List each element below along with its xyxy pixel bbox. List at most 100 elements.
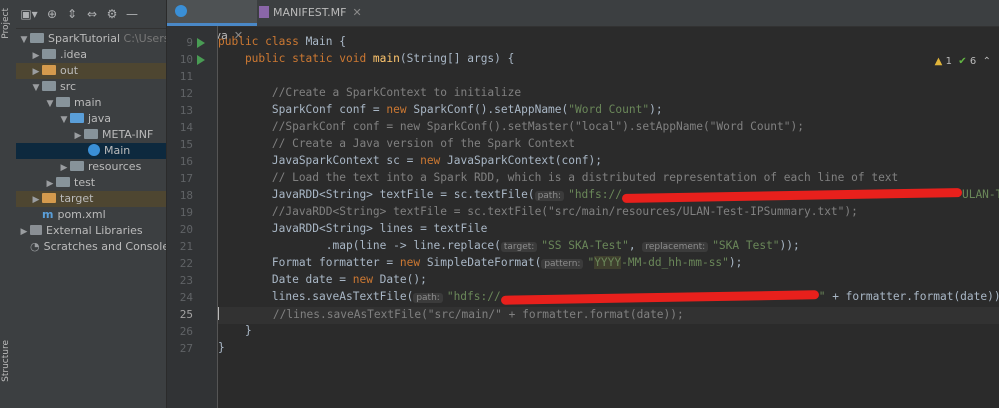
folder-icon	[30, 33, 44, 43]
chevron-down-icon[interactable]: ▼	[44, 96, 56, 112]
java-class-icon	[88, 144, 100, 156]
tree-item-meta-inf[interactable]: ▶ META-INF	[16, 127, 166, 144]
line-number: 10	[179, 53, 193, 66]
folder-icon	[42, 193, 56, 203]
line-number: 22	[179, 257, 193, 270]
tab-manifest[interactable]: MANIFEST.MF ✕	[259, 0, 369, 26]
line-number: 19	[179, 206, 193, 219]
parameter-hint: path:	[534, 191, 565, 201]
code-line-9: public class Main {	[218, 35, 346, 48]
chevron-up-icon[interactable]: ⌃	[983, 56, 991, 67]
source-folder-icon	[70, 113, 84, 123]
project-panel: ▣▾ ⊕ ⇕ ⇔ ⚙ — ▼SparkTutorial C:\Users\dra…	[16, 0, 167, 408]
editor-tabs: Main.java✕ MANIFEST.MF✕	[167, 0, 999, 42]
tree-item-root[interactable]: ▼SparkTutorial C:\Users\dra	[16, 31, 166, 48]
warning-icon: ▲	[934, 56, 943, 67]
code-line-19: //JavaRDD<String> textFile = sc.textFile…	[218, 205, 858, 218]
line-number: 24	[179, 291, 193, 304]
project-view-icon[interactable]: ▣▾	[16, 7, 42, 21]
code-line-13: SparkConf conf = new SparkConf().setAppN…	[218, 103, 663, 116]
code-line-24: lines.saveAsTextFile(path: "hdfs://" + fo…	[218, 289, 999, 305]
expand-all-icon[interactable]: ⇕	[62, 7, 82, 21]
tree-item-scratches[interactable]: ◔ Scratches and Consoles	[16, 239, 166, 255]
folder-icon	[56, 97, 70, 107]
tree-item-pom[interactable]: m pom.xml	[16, 207, 166, 223]
tree-item-external-libraries[interactable]: ▶ External Libraries	[16, 223, 166, 240]
code-line-12: //Create a SparkContext to initialize	[218, 86, 522, 99]
chevron-right-icon[interactable]: ▶	[58, 160, 70, 176]
chevron-right-icon[interactable]: ▶	[18, 224, 30, 240]
code-line-22: Format formatter = new SimpleDateFormat(…	[218, 256, 743, 269]
tree-item-main-class[interactable]: Main	[16, 143, 166, 159]
code-line-14: //SparkConf conf = new SparkConf().setMa…	[218, 120, 804, 133]
folder-icon	[42, 81, 56, 91]
line-number: 16	[179, 155, 193, 168]
folder-icon	[70, 161, 84, 171]
code-line-27: }	[218, 341, 225, 354]
parameter-hint: pattern:	[541, 259, 584, 269]
line-number: 23	[179, 274, 193, 287]
tool-window-stripe: Project Structure	[0, 0, 17, 408]
chevron-right-icon[interactable]: ▶	[72, 128, 84, 144]
chevron-right-icon[interactable]: ▶	[30, 64, 42, 80]
folder-icon	[56, 177, 70, 187]
locate-icon[interactable]: ⊕	[42, 7, 62, 21]
chevron-right-icon[interactable]: ▶	[30, 192, 42, 208]
tree-item-src[interactable]: ▼ src	[16, 79, 166, 96]
code-editor[interactable]: public class Main { public static void m…	[218, 26, 999, 408]
tree-item-out[interactable]: ▶ out	[16, 63, 166, 80]
line-number: 11	[179, 70, 193, 83]
line-number: 26	[179, 325, 193, 338]
collapse-all-icon[interactable]: ⇔	[82, 7, 102, 21]
chevron-down-icon[interactable]: ▼	[58, 112, 70, 128]
scratches-icon: ◔	[30, 240, 40, 253]
folder-icon	[42, 49, 56, 59]
library-icon	[30, 225, 42, 235]
java-class-icon	[175, 5, 187, 17]
line-number: 12	[179, 87, 193, 100]
code-line-15: // Create a Java version of the Spark Co…	[218, 137, 575, 150]
line-number: 14	[179, 121, 193, 134]
line-number: 18	[179, 189, 193, 202]
minimize-icon[interactable]: —	[122, 7, 142, 21]
chevron-down-icon[interactable]: ▼	[18, 32, 30, 48]
tab-main-java[interactable]: Main.java✕	[167, 0, 257, 42]
tree-item-resources[interactable]: ▶ resources	[16, 159, 166, 176]
code-line-26: }	[218, 324, 252, 337]
structure-tool-button[interactable]: Structure	[1, 340, 15, 382]
maven-icon: m	[42, 208, 54, 221]
code-line-23: Date date = new Date();	[218, 273, 427, 286]
close-icon[interactable]: ✕	[352, 6, 361, 19]
tree-item-main[interactable]: ▼ main	[16, 95, 166, 112]
folder-icon	[84, 129, 98, 139]
run-class-icon[interactable]	[197, 38, 205, 48]
code-line-18: JavaRDD<String> textFile = sc.textFile(p…	[218, 187, 999, 203]
code-line-10: public static void main(String[] args) {	[218, 52, 515, 65]
tree-item-java[interactable]: ▼ java	[16, 111, 166, 128]
line-number: 9	[186, 36, 193, 49]
line-number: 15	[179, 138, 193, 151]
tree-item-target[interactable]: ▶ target	[16, 191, 166, 208]
chevron-right-icon[interactable]: ▶	[30, 48, 42, 64]
parameter-hint: target:	[500, 242, 538, 252]
project-toolbar: ▣▾ ⊕ ⇕ ⇔ ⚙ —	[16, 0, 166, 29]
folder-icon	[42, 65, 56, 75]
code-line-25: //lines.saveAsTextFile("src/main/" + for…	[218, 307, 684, 321]
code-line-20: JavaRDD<String> lines = textFile	[218, 222, 488, 235]
line-number: 21	[179, 240, 193, 253]
parameter-hint: path:	[413, 293, 443, 303]
line-number-current: 25	[179, 308, 193, 321]
chevron-down-icon[interactable]: ▼	[30, 80, 42, 96]
inspection-widget[interactable]: ▲ 1 ✔ 6 ⌃	[935, 56, 991, 67]
parameter-hint: replacement:	[642, 242, 709, 252]
chevron-right-icon[interactable]: ▶	[44, 176, 56, 192]
run-main-icon[interactable]	[197, 55, 205, 65]
line-number: 13	[179, 104, 193, 117]
project-tool-button[interactable]: Project	[1, 8, 15, 39]
gear-icon[interactable]: ⚙	[102, 7, 122, 21]
tree-item-test[interactable]: ▶ test	[16, 175, 166, 192]
check-icon: ✔	[958, 56, 967, 67]
tree-item-idea[interactable]: ▶ .idea	[16, 47, 166, 64]
editor-gutter: 9 10 11 12 13 14 15 16 17 18 19 20 21 22…	[167, 26, 218, 408]
code-line-17: // Load the text into a Spark RDD, which…	[218, 171, 899, 184]
